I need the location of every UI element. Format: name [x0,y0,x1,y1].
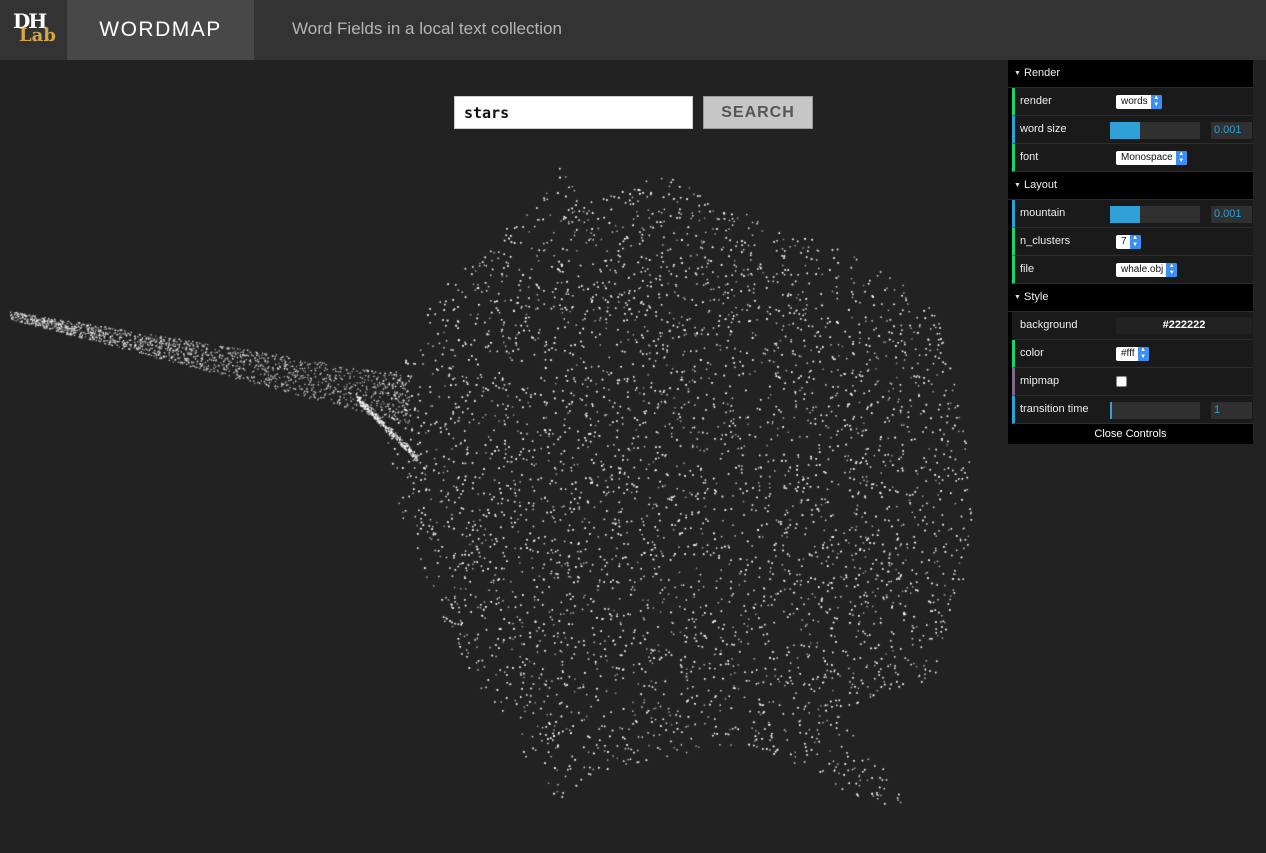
slider-fill [1110,402,1112,419]
control-label: word size [1020,123,1067,135]
logo-lab-text: Lab [19,25,56,46]
n-clusters-select[interactable]: 7 ▲ ▼ [1116,235,1141,249]
control-font: font Monospace ▲ ▼ [1012,144,1253,172]
control-label: mipmap [1020,375,1060,387]
select-arrows-icon: ▲ ▼ [1150,95,1162,109]
folder-style[interactable]: ▼ Style [1008,284,1253,312]
select-arrows-icon: ▲ ▼ [1166,263,1178,277]
collapse-triangle-icon: ▼ [1014,294,1021,301]
search-input[interactable] [454,96,693,129]
control-word-size: word size 0.001 [1012,116,1253,144]
controls-panel: ▼ Render render words ▲ ▼ word size 0.001… [1008,60,1253,444]
mountain-slider[interactable] [1110,206,1200,223]
control-transition-time: transition time 1 [1012,396,1253,424]
file-select[interactable]: whale.obj ▲ ▼ [1116,263,1178,277]
collapse-triangle-icon: ▼ [1014,182,1021,189]
word-point-cloud[interactable] [0,60,1008,853]
control-label: font [1020,151,1039,163]
color-select[interactable]: #fff ▲ ▼ [1116,347,1149,361]
transition-time-slider[interactable] [1110,402,1200,419]
background-color-input[interactable]: #222222 [1116,317,1252,334]
select-value: 7 [1121,236,1127,247]
mountain-input[interactable]: 0.001 [1211,206,1252,223]
app-subtitle: Word Fields in a local text collection [292,19,562,38]
select-arrows-icon: ▲ ▼ [1175,151,1187,165]
control-mipmap: mipmap [1012,368,1253,396]
word-size-slider[interactable] [1110,122,1200,139]
render-select[interactable]: words ▲ ▼ [1116,95,1162,109]
folder-render-title: Render [1024,67,1061,79]
select-value: whale.obj [1121,264,1164,275]
select-arrows-icon: ▲ ▼ [1137,347,1149,361]
close-controls-button[interactable]: Close Controls [1008,424,1253,444]
transition-time-input[interactable]: 1 [1211,402,1252,419]
select-value: words [1121,96,1148,107]
control-label: render [1020,95,1052,107]
control-render: render words ▲ ▼ [1012,88,1253,116]
folder-render[interactable]: ▼ Render [1008,60,1253,88]
control-label: transition time [1020,403,1089,415]
collapse-triangle-icon: ▼ [1014,70,1021,77]
slider-fill [1110,206,1140,223]
select-value: #fff [1121,348,1135,359]
word-size-input[interactable]: 0.001 [1211,122,1252,139]
control-mountain: mountain 0.001 [1012,200,1253,228]
slider-fill [1110,122,1140,139]
folder-layout[interactable]: ▼ Layout [1008,172,1253,200]
app-title[interactable]: WORDMAP [67,0,254,60]
font-select[interactable]: Monospace ▲ ▼ [1116,151,1187,165]
top-bar: DH Lab WORDMAP Word Fields in a local te… [0,0,1266,60]
control-n-clusters: n_clusters 7 ▲ ▼ [1012,228,1253,256]
select-value: Monospace [1121,152,1173,163]
select-arrows-icon: ▲ ▼ [1129,235,1141,249]
control-label: color [1020,347,1044,359]
mipmap-checkbox[interactable] [1116,376,1127,387]
folder-layout-title: Layout [1024,179,1058,191]
control-color: color #fff ▲ ▼ [1012,340,1253,368]
dhlab-logo[interactable]: DH Lab [0,0,67,60]
search-button[interactable]: SEARCH [703,96,813,129]
control-file: file whale.obj ▲ ▼ [1012,256,1253,284]
control-background: background #222222 [1012,312,1253,340]
control-label: background [1020,319,1078,331]
folder-style-title: Style [1024,291,1049,303]
control-label: file [1020,263,1035,275]
control-label: mountain [1020,207,1066,219]
control-label: n_clusters [1020,235,1071,247]
